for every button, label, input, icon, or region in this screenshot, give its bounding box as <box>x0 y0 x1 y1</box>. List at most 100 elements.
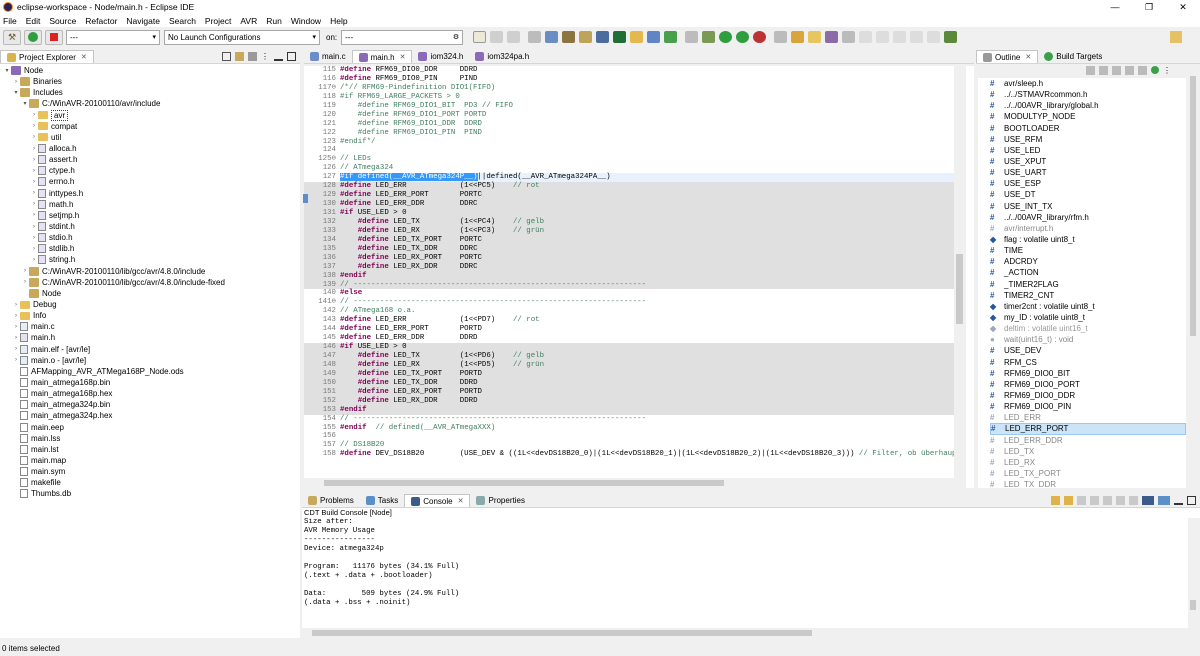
hide-static-icon[interactable] <box>1112 66 1121 75</box>
tree-item[interactable]: main.sym <box>0 466 300 477</box>
outline-item[interactable]: # USE_DEV <box>990 345 1186 356</box>
tab-project-explorer[interactable]: Project Explorer ✕ <box>0 50 94 63</box>
minimize-button[interactable]: — <box>1098 0 1132 14</box>
collapsed-arrow-icon[interactable]: › <box>30 212 38 218</box>
outline-item[interactable]: ◆ deltim : volatile uint16_t <box>990 323 1186 334</box>
outline-item[interactable]: # USE_UART <box>990 167 1186 178</box>
collapsed-arrow-icon[interactable]: › <box>30 146 38 152</box>
collapsed-arrow-icon[interactable]: › <box>30 224 38 230</box>
tab-main-h[interactable]: main.h ✕ <box>351 50 413 63</box>
tab-problems[interactable]: Problems <box>302 494 360 507</box>
build-icon[interactable] <box>562 31 576 43</box>
open-perspective-icon[interactable] <box>1170 31 1182 43</box>
menu-help[interactable]: Help <box>330 16 347 26</box>
filter-icon[interactable] <box>248 52 257 61</box>
sort-icon[interactable] <box>1086 66 1095 75</box>
clear-console-icon[interactable] <box>1103 496 1112 505</box>
outline-item[interactable]: # LED_RX <box>990 457 1186 468</box>
outline-item[interactable]: # BOOTLOADER <box>990 123 1186 134</box>
tree-item[interactable]: › avr <box>0 109 300 121</box>
code-editor[interactable]: 115 #define RFM69_DIO0_DDR DDRD 116 #define… <box>304 66 954 478</box>
editor-horizontal-scrollbar[interactable] <box>304 478 954 488</box>
outline-item[interactable]: # RFM_CS <box>990 357 1186 368</box>
tab-build-targets[interactable]: Build Targets <box>1038 50 1108 63</box>
menu-window[interactable]: Window <box>291 16 321 26</box>
tree-item[interactable]: › ctype.h <box>0 165 300 176</box>
tree-item[interactable]: main.lst <box>0 444 300 455</box>
display-console-icon[interactable] <box>1142 496 1154 505</box>
collapsed-arrow-icon[interactable]: › <box>12 313 20 319</box>
close-icon[interactable]: ✕ <box>458 497 464 505</box>
tree-item[interactable]: › setjmp.h <box>0 210 300 221</box>
tree-item[interactable]: main.eep <box>0 422 300 433</box>
stop-button[interactable] <box>45 29 63 45</box>
menu-run[interactable]: Run <box>266 16 282 26</box>
terminal-icon[interactable] <box>596 31 610 43</box>
menu-avr[interactable]: AVR <box>240 16 257 26</box>
new-folder-icon[interactable] <box>630 31 644 43</box>
outline-item[interactable]: # RFM69_DIO0_PORT <box>990 379 1186 390</box>
outline-item[interactable]: ◆ my_ID : volatile uint8_t <box>990 312 1186 323</box>
collapsed-arrow-icon[interactable]: › <box>12 302 20 308</box>
annotation-icon[interactable] <box>859 31 873 43</box>
green-dot-icon[interactable] <box>1151 66 1159 74</box>
tree-item[interactable]: main.map <box>0 455 300 466</box>
launch-config-select[interactable]: No Launch Configurations ▾ <box>164 29 320 45</box>
run-green-icon[interactable] <box>719 31 733 43</box>
tab-main-c[interactable]: main.c <box>304 50 352 63</box>
menu-refactor[interactable]: Refactor <box>85 16 117 26</box>
debug-icon[interactable] <box>702 31 716 43</box>
outline-item[interactable]: # RFM69_DIO0_BIT <box>990 368 1186 379</box>
tree-item[interactable]: main.lss <box>0 433 300 444</box>
maximize-view-icon[interactable] <box>287 52 296 61</box>
outline-item[interactable]: # RFM69_DIO0_DDR <box>990 390 1186 401</box>
tree-item[interactable]: › alloca.h <box>0 143 300 154</box>
arrow-up-icon[interactable] <box>1064 496 1073 505</box>
pin-editor-icon[interactable] <box>944 31 958 43</box>
tab-console[interactable]: Console ✕ <box>404 494 471 507</box>
outline-item[interactable]: # USE_LED <box>990 145 1186 156</box>
tree-item[interactable]: makefile <box>0 477 300 488</box>
link-editor-icon[interactable] <box>235 52 244 61</box>
menu-file[interactable]: File <box>3 16 17 26</box>
tree-item[interactable]: main_atmega324p.hex <box>0 410 300 421</box>
tree-item[interactable]: Thumbs.db <box>0 488 300 499</box>
outline-item[interactable]: # USE_XPUT <box>990 156 1186 167</box>
menu-search[interactable]: Search <box>169 16 196 26</box>
outline-item[interactable]: # USE_DT <box>990 189 1186 200</box>
tab-iom324-h[interactable]: iom324.h <box>412 50 469 63</box>
collapsed-arrow-icon[interactable]: › <box>30 112 38 118</box>
scroll-thumb[interactable] <box>1190 600 1196 610</box>
tab-properties[interactable]: Properties <box>470 494 530 507</box>
maximize-view-icon[interactable] <box>1187 496 1196 505</box>
console-output[interactable]: Size after: AVR Memory Usage -------------… <box>302 518 1197 628</box>
launch-target-select[interactable]: --- ⚙ <box>341 29 464 45</box>
outline-item[interactable]: # _TIMER2FLAG <box>990 279 1186 290</box>
tree-item[interactable]: ▾ C:/WinAVR-20100110/avr/include <box>0 98 300 109</box>
collapsed-arrow-icon[interactable]: › <box>30 246 38 252</box>
collapsed-arrow-icon[interactable]: › <box>12 79 20 85</box>
save-icon[interactable] <box>490 31 504 43</box>
editor-vertical-scrollbar[interactable] <box>954 66 965 478</box>
menu-edit[interactable]: Edit <box>26 16 41 26</box>
coverage-icon[interactable] <box>753 31 767 43</box>
open-folder-icon[interactable] <box>808 31 822 43</box>
pin-console-icon[interactable] <box>1129 496 1138 505</box>
search-icon[interactable] <box>825 31 839 43</box>
hide-nonpublic-icon[interactable] <box>1125 66 1134 75</box>
collapsed-arrow-icon[interactable]: › <box>30 235 38 241</box>
minimize-view-icon[interactable] <box>274 52 283 61</box>
word-wrap-icon[interactable] <box>1116 496 1125 505</box>
tree-item[interactable]: › stdio.h <box>0 232 300 243</box>
open-console-icon[interactable] <box>1158 496 1170 505</box>
launch-button[interactable] <box>24 29 42 45</box>
tab-tasks[interactable]: Tasks <box>360 494 404 507</box>
maximize-button[interactable]: ❐ <box>1132 0 1166 14</box>
build-config-icon[interactable] <box>545 31 559 43</box>
external-tools-icon[interactable] <box>736 31 750 43</box>
close-icon[interactable]: ✕ <box>400 53 406 61</box>
scroll-lock-icon[interactable] <box>1077 496 1086 505</box>
tree-item[interactable]: › main.h <box>0 332 300 343</box>
tree-item[interactable]: › stdint.h <box>0 221 300 232</box>
new-class-icon[interactable] <box>664 31 678 43</box>
